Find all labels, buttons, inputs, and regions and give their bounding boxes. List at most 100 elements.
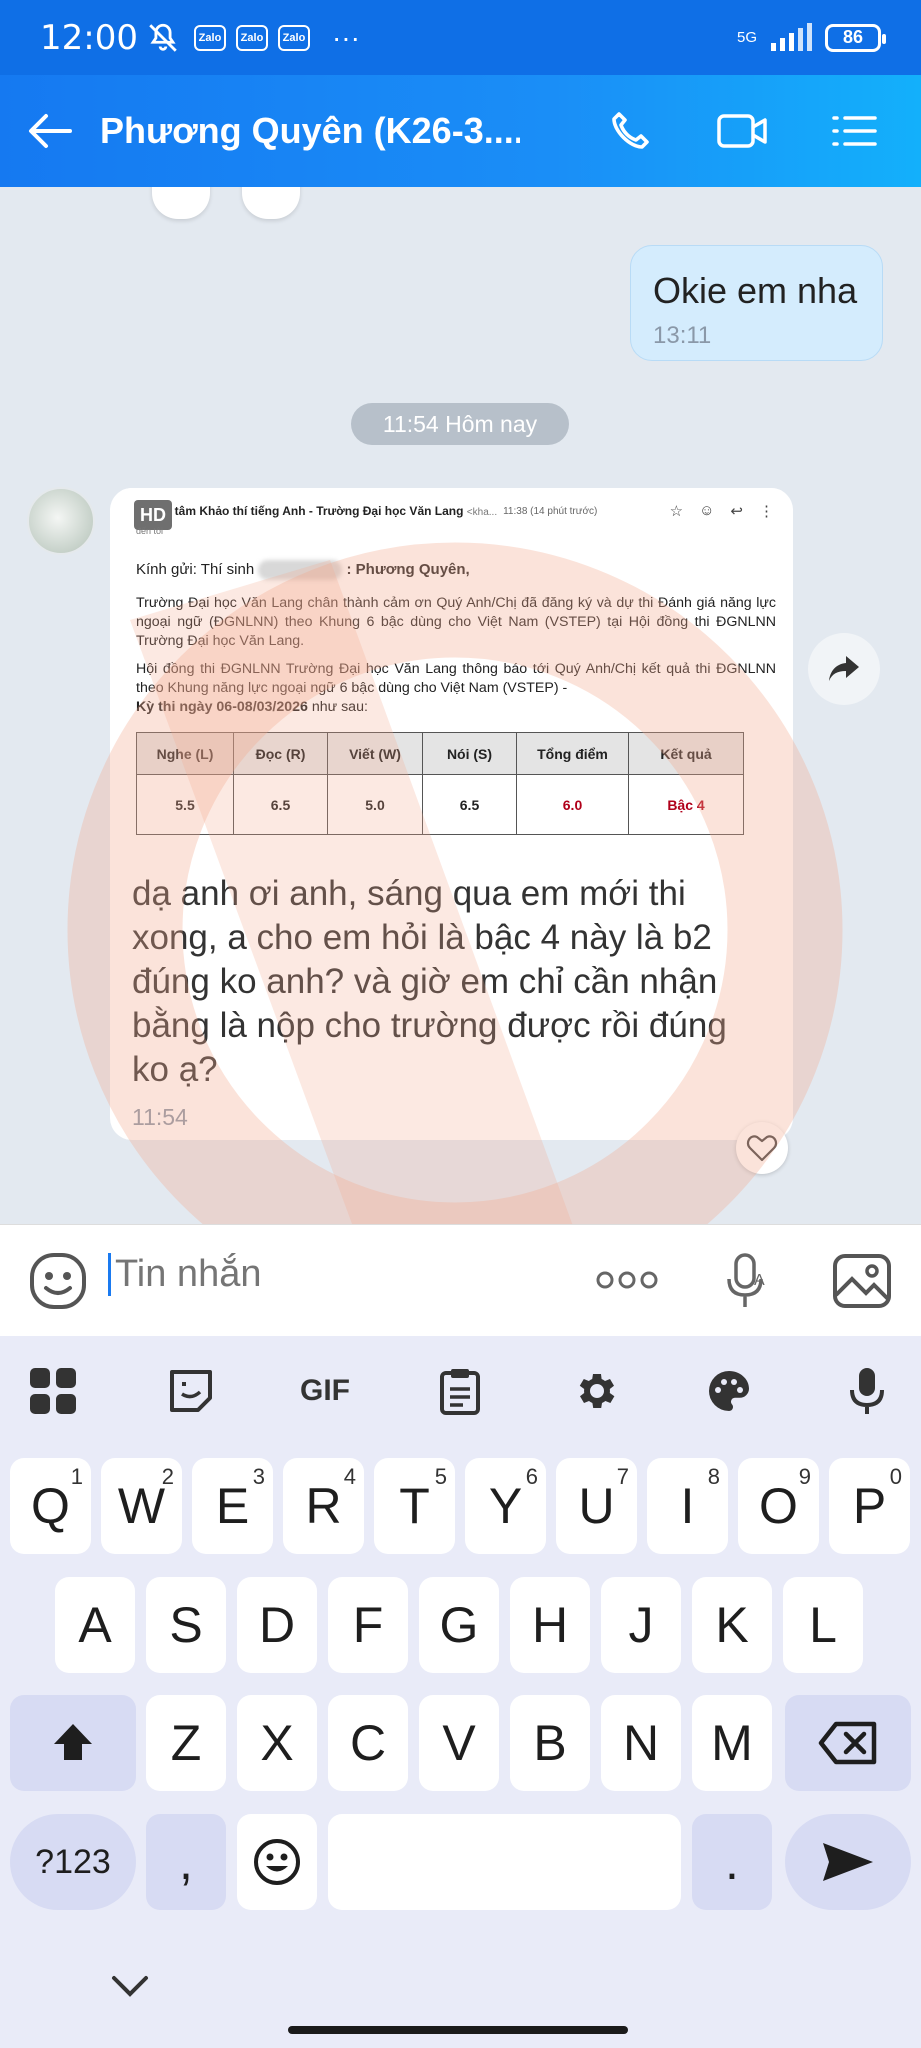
- message-time: 11:54: [132, 1104, 188, 1130]
- date-separator: 11:54 Hôm nay: [351, 403, 569, 445]
- key-s[interactable]: S: [146, 1577, 226, 1673]
- key-n[interactable]: N: [601, 1695, 681, 1791]
- email-paragraph: Trường Đại học Văn Lang chân thành cảm ơ…: [136, 595, 776, 649]
- key-h[interactable]: H: [510, 1577, 590, 1673]
- heart-reaction-icon[interactable]: [242, 187, 300, 219]
- chat-header: Phương Quyên (K26-3....: [0, 75, 921, 187]
- share-forward-icon[interactable]: [808, 633, 880, 705]
- key-o[interactable]: O9: [738, 1458, 819, 1554]
- key-a[interactable]: A: [55, 1577, 135, 1673]
- key-k[interactable]: K: [692, 1577, 772, 1673]
- keyboard-toolbar: GIF: [0, 1336, 921, 1436]
- message-input[interactable]: [108, 1253, 558, 1296]
- voice-to-text-icon[interactable]: A: [718, 1249, 778, 1313]
- apps-icon[interactable]: [18, 1356, 88, 1426]
- heart-react-icon[interactable]: [736, 1122, 788, 1174]
- battery-indicator: 86: [825, 23, 886, 52]
- send-key[interactable]: [785, 1814, 911, 1910]
- home-gesture-bar[interactable]: [288, 2026, 628, 2034]
- emoji-key[interactable]: [237, 1814, 317, 1910]
- palette-icon[interactable]: [694, 1356, 764, 1426]
- phone-call-icon[interactable]: [585, 75, 675, 187]
- svg-text:A: A: [754, 1272, 765, 1289]
- emoji-icon: [254, 1839, 300, 1885]
- send-icon: [823, 1843, 873, 1881]
- symbols-key[interactable]: ?123: [10, 1814, 136, 1910]
- keyboard: GIF Q1 W2 E3 R4 T5 Y6 U7 I8 O9 P0 A S D …: [0, 1336, 921, 2048]
- hide-keyboard-chevron-icon[interactable]: [100, 1966, 160, 2006]
- email-recipient: đến tôi: [136, 526, 164, 536]
- contact-name[interactable]: Phương Quyên (K26-3....: [100, 110, 520, 152]
- email-sender: Trung tâm Khảo thí tiếng Anh - Trường Đạ…: [138, 504, 498, 518]
- more-vert-icon: ⋮: [759, 503, 774, 520]
- key-j[interactable]: J: [601, 1577, 681, 1673]
- space-bar[interactable]: [328, 1814, 681, 1910]
- email-screenshot-image[interactable]: HD Trung tâm Khảo thí tiếng Anh - Trường…: [122, 488, 782, 878]
- clipboard-icon[interactable]: [425, 1356, 495, 1426]
- video-call-icon[interactable]: [697, 75, 787, 187]
- key-x[interactable]: X: [237, 1695, 317, 1791]
- table-cell: 6.0: [516, 774, 629, 835]
- table-cell: 5.5: [136, 774, 234, 835]
- menu-list-icon[interactable]: [810, 75, 900, 187]
- message-text: Okie em nha: [653, 270, 858, 311]
- key-e[interactable]: E3: [192, 1458, 273, 1554]
- reaction-pill[interactable]: [152, 187, 210, 219]
- score-table: Nghe (L) Đọc (R) Viết (W) Nói (S) Tổng đ…: [136, 732, 744, 835]
- key-f[interactable]: F: [328, 1577, 408, 1673]
- table-cell: Bậc 4: [628, 774, 744, 835]
- key-v[interactable]: V: [419, 1695, 499, 1791]
- table-cell: 6.5: [422, 774, 517, 835]
- key-q[interactable]: Q1: [10, 1458, 91, 1554]
- key-m[interactable]: M: [692, 1695, 772, 1791]
- message-text: dạ anh ơi anh, sáng qua em mới thi xong,…: [132, 874, 727, 1089]
- shift-icon: [54, 1724, 92, 1760]
- network-type: 5G: [736, 29, 757, 46]
- settings-gear-icon[interactable]: [560, 1356, 630, 1426]
- key-b[interactable]: B: [510, 1695, 590, 1791]
- incoming-message[interactable]: HD Trung tâm Khảo thí tiếng Anh - Trường…: [110, 488, 793, 1140]
- key-u[interactable]: U7: [556, 1458, 637, 1554]
- key-i[interactable]: I8: [647, 1458, 728, 1554]
- emoji-sticker-icon[interactable]: [28, 1251, 88, 1311]
- zalo-icon: Zalo: [277, 24, 310, 51]
- status-time: 12:00: [40, 17, 138, 58]
- key-l[interactable]: L: [783, 1577, 863, 1673]
- outgoing-message[interactable]: Okie em nha 13:11: [630, 245, 883, 361]
- table-cell: 6.5: [233, 774, 328, 835]
- reply-icon: ↩: [730, 503, 743, 520]
- table-header: Viết (W): [327, 732, 423, 775]
- more-options-icon[interactable]: [592, 1255, 662, 1305]
- key-p[interactable]: P0: [829, 1458, 910, 1554]
- backspace-icon: [818, 1721, 877, 1765]
- message-list[interactable]: Okie em nha 13:11 11:54 Hôm nay HD Trung…: [0, 187, 921, 1224]
- message-composer: A: [0, 1224, 921, 1336]
- status-bar: 12:00 Zalo Zalo Zalo ··· 5G 86: [0, 0, 921, 75]
- table-header: Tổng điểm: [516, 732, 629, 775]
- more-notifications: ···: [331, 21, 360, 53]
- period-key[interactable]: .: [692, 1814, 772, 1910]
- key-w[interactable]: W2: [101, 1458, 182, 1554]
- key-g[interactable]: G: [419, 1577, 499, 1673]
- back-arrow-icon[interactable]: [0, 75, 100, 187]
- key-y[interactable]: Y6: [465, 1458, 546, 1554]
- table-header: Đọc (R): [233, 732, 328, 775]
- table-header: Nghe (L): [136, 732, 234, 775]
- table-header: Kết quả: [628, 732, 744, 775]
- image-gallery-icon[interactable]: [830, 1249, 894, 1313]
- avatar[interactable]: [27, 487, 95, 555]
- key-d[interactable]: D: [237, 1577, 317, 1673]
- key-r[interactable]: R4: [283, 1458, 364, 1554]
- key-c[interactable]: C: [328, 1695, 408, 1791]
- key-t[interactable]: T5: [374, 1458, 455, 1554]
- backspace-key[interactable]: [785, 1695, 911, 1791]
- email-greeting: Kính gửi: Thí sinh : Phương Quyên,: [136, 560, 470, 580]
- gif-button[interactable]: GIF: [290, 1356, 360, 1426]
- sticker-icon[interactable]: [156, 1356, 226, 1426]
- mute-icon: [146, 21, 180, 55]
- mic-icon[interactable]: [832, 1356, 902, 1426]
- shift-key[interactable]: [10, 1695, 136, 1791]
- signal-icon: [769, 22, 813, 53]
- comma-key[interactable]: ,: [146, 1814, 226, 1910]
- key-z[interactable]: Z: [146, 1695, 226, 1791]
